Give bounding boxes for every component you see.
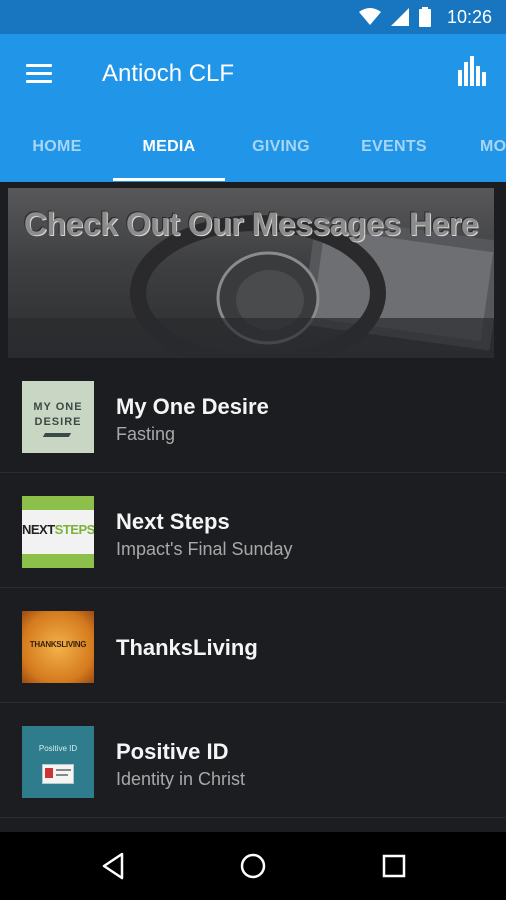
item-title: ThanksLiving — [116, 635, 258, 660]
wifi-icon — [358, 8, 381, 25]
menu-icon[interactable] — [26, 64, 52, 84]
item-title: Next Steps — [116, 509, 230, 534]
item-title: My One Desire — [116, 394, 269, 419]
app-bar: Antioch CLF — [0, 34, 506, 114]
battery-icon — [418, 7, 431, 27]
tab-bar: HOME MEDIA GIVING EVENTS MO — [0, 114, 506, 182]
id-card-icon — [42, 764, 74, 784]
thumb-text: DESIRE — [34, 416, 82, 428]
app-title: Antioch CLF — [102, 60, 235, 87]
list-item[interactable]: Positive ID Positive ID Identity in Chri… — [0, 703, 506, 818]
list-item[interactable]: MY ONE DESIRE My One Desire Fasting — [0, 358, 506, 473]
home-icon[interactable] — [237, 850, 269, 882]
list-item[interactable]: THANKSLIVING ThanksLiving — [0, 588, 506, 703]
media-list: MY ONE DESIRE My One Desire Fasting NEXT… — [0, 358, 506, 832]
next-steps-thumbnail: NEXTSTEPS — [22, 496, 94, 568]
signal-icon — [390, 8, 409, 26]
status-icons: 10:26 — [358, 0, 492, 34]
thanksliving-thumbnail: THANKSLIVING — [22, 611, 94, 683]
my-one-desire-thumbnail: MY ONE DESIRE — [22, 381, 94, 453]
item-title: Positive ID — [116, 739, 229, 764]
thumb-text: Positive ID — [38, 744, 78, 753]
item-subtitle: Identity in Christ — [116, 769, 246, 789]
tab-home[interactable]: HOME — [1, 114, 113, 182]
messages-banner[interactable]: Check Out Our Messages Here — [8, 188, 494, 358]
item-subtitle: Fasting — [116, 424, 176, 444]
tab-giving[interactable]: GIVING — [225, 114, 337, 182]
item-subtitle: Impact's Final Sunday — [116, 539, 293, 559]
navigation-bar — [0, 832, 506, 900]
stats-icon[interactable] — [458, 56, 486, 86]
recents-icon[interactable] — [378, 850, 410, 882]
status-time: 10:26 — [446, 6, 492, 27]
tab-events[interactable]: EVENTS — [338, 114, 450, 182]
banner-text: Check Out Our Messages Here — [23, 206, 479, 242]
thumb-text: NEXTSTEPS — [22, 522, 94, 537]
status-bar: 10:26 — [0, 0, 506, 34]
tab-media[interactable]: MEDIA — [113, 114, 225, 182]
positive-id-thumbnail: Positive ID — [22, 726, 94, 798]
tab-indicator — [113, 178, 225, 181]
thumb-text: THANKSLIVING — [29, 640, 87, 649]
list-item[interactable]: NEXTSTEPS Next Steps Impact's Final Sund… — [0, 473, 506, 588]
back-icon[interactable] — [98, 850, 130, 882]
thumb-text: MY ONE — [33, 401, 83, 413]
thumb-decoration — [42, 433, 72, 437]
tab-more[interactable]: MO — [450, 114, 506, 182]
